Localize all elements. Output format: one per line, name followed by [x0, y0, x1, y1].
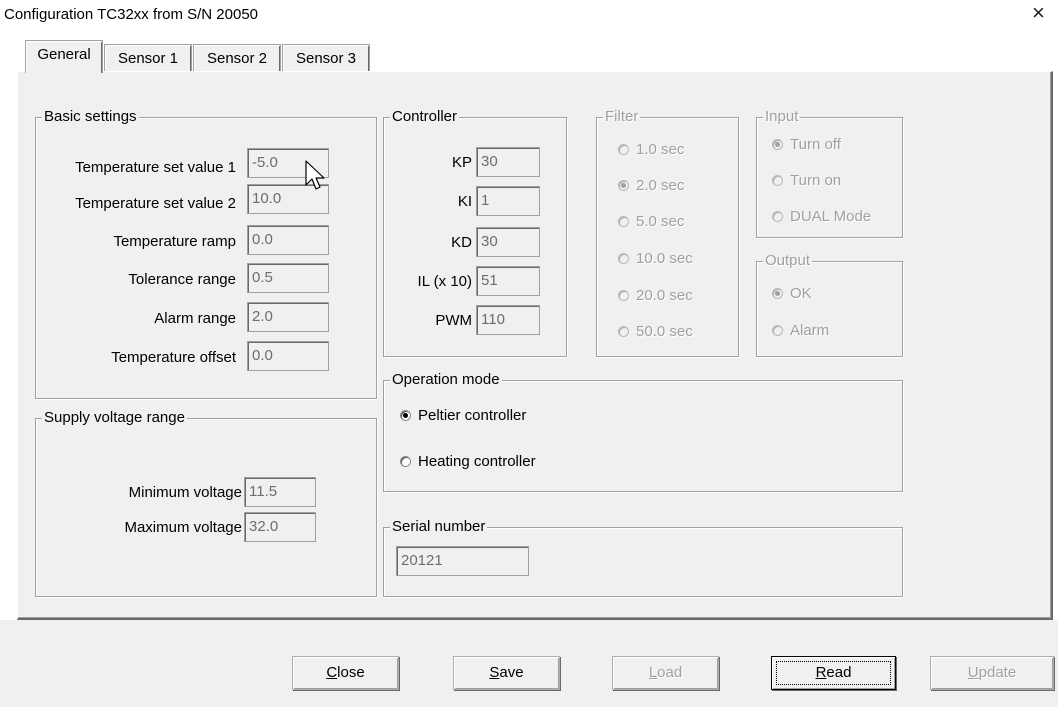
temp-ramp-label: Temperature ramp [113, 233, 236, 250]
tolerance-range-field[interactable]: 0.5 [247, 263, 329, 293]
radio-icon [618, 253, 629, 264]
tab-sensor-3[interactable]: Sensor 3 [282, 44, 370, 72]
tab-sensor-2[interactable]: Sensor 2 [193, 44, 281, 72]
load-button[interactable]: Load [612, 656, 719, 690]
read-button[interactable]: Read [771, 656, 896, 690]
radio-icon [400, 456, 411, 467]
supply-voltage-title: Supply voltage range [42, 409, 187, 427]
kp-field[interactable]: 30 [476, 147, 540, 177]
tab-general[interactable]: General [25, 40, 103, 73]
max-voltage-label: Maximum voltage [124, 519, 242, 536]
filter-title: Filter [603, 108, 641, 126]
alarm-range-label: Alarm range [154, 310, 236, 327]
tab-sensor-1[interactable]: Sensor 1 [104, 44, 192, 72]
tolerance-range-label: Tolerance range [128, 271, 236, 288]
output-group: Output [756, 252, 903, 357]
operation-mode-group: Operation mode [383, 371, 903, 492]
alarm-range-field[interactable]: 2.0 [247, 302, 329, 332]
serial-number-field[interactable]: 20121 [396, 546, 529, 576]
radio-icon [618, 326, 629, 337]
close-button[interactable]: Close [292, 656, 399, 690]
pwm-field[interactable]: 110 [476, 305, 540, 335]
output-title: Output [763, 252, 813, 270]
il-field[interactable]: 51 [476, 266, 540, 296]
basic-settings-title: Basic settings [42, 108, 139, 126]
pwm-label: PWM [435, 312, 472, 329]
input-title: Input [763, 108, 801, 126]
radio-selected-icon [772, 139, 783, 150]
radio-icon [618, 290, 629, 301]
close-icon[interactable]: × [1032, 2, 1045, 24]
kp-label: KP [451, 154, 472, 171]
operation-mode-title: Operation mode [390, 371, 502, 389]
radio-selected-icon [400, 410, 411, 421]
radio-selected-icon [618, 180, 629, 191]
serial-number-title: Serial number [390, 518, 488, 536]
radio-icon [772, 175, 783, 186]
ki-field[interactable]: 1 [476, 186, 540, 216]
radio-selected-icon [772, 288, 783, 299]
radio-icon [772, 325, 783, 336]
focus-ring [776, 661, 891, 685]
temp-offset-field[interactable]: 0.0 [247, 341, 329, 371]
temp-set-2-label: Temperature set value 2 [75, 195, 236, 212]
kd-label: KD [451, 234, 472, 251]
arrow-cursor-icon [305, 160, 325, 190]
min-voltage-field[interactable]: 11.5 [244, 477, 316, 507]
kd-field[interactable]: 30 [476, 227, 540, 257]
radio-icon [618, 144, 629, 155]
window-title: Configuration TC32xx from S/N 20050 [4, 6, 259, 23]
temp-offset-label: Temperature offset [111, 349, 236, 366]
ki-label: KI [457, 193, 472, 210]
radio-icon [772, 211, 783, 222]
update-button[interactable]: Update [930, 656, 1054, 690]
temp-ramp-field[interactable]: 0.0 [247, 225, 329, 255]
temp-set-1-label: Temperature set value 1 [75, 159, 236, 176]
min-voltage-label: Minimum voltage [128, 484, 242, 501]
tab-panel-general: Basic settings Temperature set value 1 -… [17, 71, 1053, 620]
controller-title: Controller [390, 108, 460, 126]
il-label: IL (x 10) [417, 273, 472, 290]
supply-voltage-group: Supply voltage range [35, 409, 377, 597]
max-voltage-field[interactable]: 32.0 [244, 512, 316, 542]
radio-icon [618, 216, 629, 227]
save-button[interactable]: Save [453, 656, 560, 690]
